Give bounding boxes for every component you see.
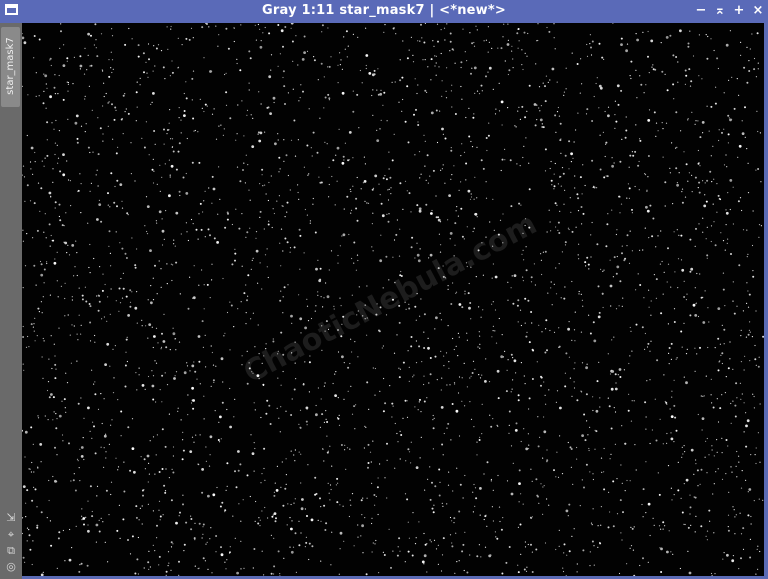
image-tab-label: star_mask7 (5, 37, 16, 95)
window-title: Gray 1:11 star_mask7 | <*new*> (262, 3, 506, 18)
close-button[interactable]: × (750, 3, 766, 19)
zoom-icon[interactable]: ⌖ (4, 528, 18, 542)
fit-view-icon[interactable]: ⇲ (4, 511, 18, 525)
shade-button[interactable]: ⌅ (712, 3, 728, 19)
minimize-button[interactable]: − (693, 3, 709, 19)
target-icon[interactable]: ◎ (4, 560, 18, 574)
maximize-button[interactable]: + (731, 3, 747, 19)
title-bar[interactable]: Gray 1:11 star_mask7 | <*new*> − ⌅ + × (0, 0, 768, 23)
image-tab[interactable]: star_mask7 (1, 27, 20, 107)
image-viewport[interactable]: ChaoticNebula.com (22, 23, 764, 576)
view-sidebar: star_mask7 ⇲ ⌖ ⧉ ◎ (0, 23, 22, 579)
clone-icon[interactable]: ⧉ (4, 544, 18, 558)
image-window: Gray 1:11 star_mask7 | <*new*> − ⌅ + × s… (0, 0, 768, 579)
